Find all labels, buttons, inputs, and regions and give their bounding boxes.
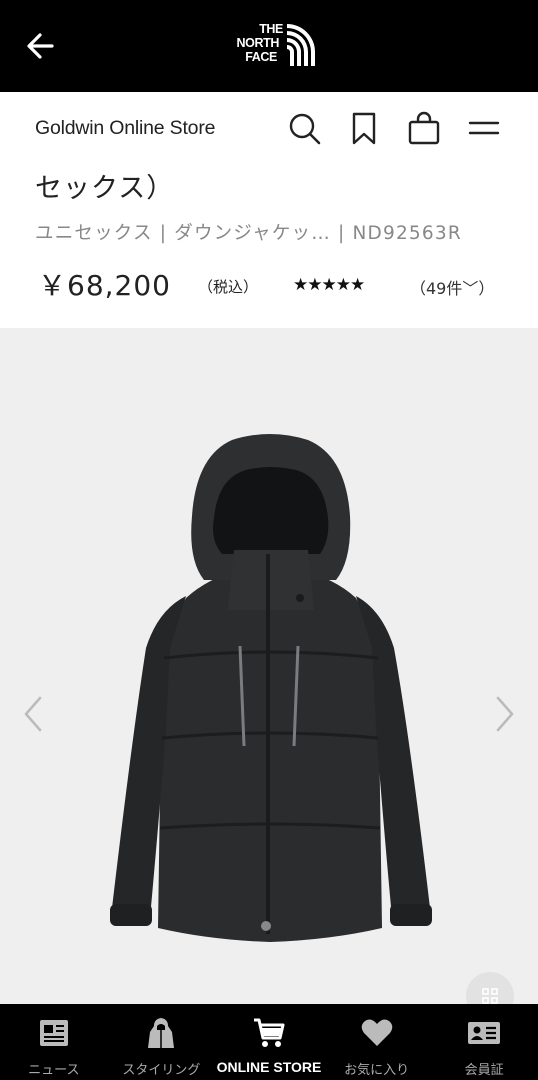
nav-label-styling: スタイリング (122, 1063, 201, 1078)
member-card-icon (468, 1022, 501, 1044)
back-arrow-icon (27, 33, 54, 59)
next-image-button[interactable] (490, 692, 520, 736)
bottom-navigation: ニュース スタイリング ONLINE STORE お気に入り 会員証 (0, 1004, 538, 1080)
the-north-face-logo[interactable]: THE NORTH FACE (223, 22, 315, 68)
back-button[interactable] (22, 28, 62, 64)
chevron-left-icon (24, 696, 42, 732)
half-dome-icon (287, 24, 315, 66)
nav-item-online-store[interactable]: ONLINE STORE (215, 1004, 323, 1080)
search-button[interactable] (286, 110, 322, 146)
down-jacket-image (110, 434, 432, 942)
nav-item-news[interactable]: ニュース (0, 1004, 108, 1080)
grid-icon (482, 988, 498, 1004)
nav-item-styling[interactable]: スタイリング (108, 1004, 216, 1080)
tax-label: （税込） (198, 278, 259, 296)
bookmark-button[interactable] (346, 110, 382, 146)
product-category-line: ユニセックス | ダウンジャケッ… | ND92563R (35, 223, 462, 244)
hamburger-menu-icon (468, 121, 500, 135)
menu-button[interactable] (466, 110, 502, 146)
nav-item-member-card[interactable]: 会員証 (430, 1004, 538, 1080)
shopping-bag-icon (408, 111, 440, 145)
heart-icon (361, 1019, 392, 1046)
bookmark-icon (352, 112, 376, 145)
product-price: ￥68,200 (38, 269, 171, 302)
nav-label-member-card: 会員証 (464, 1063, 504, 1078)
top-app-bar: THE NORTH FACE (0, 0, 538, 92)
store-header: Goldwin Online Store (0, 92, 538, 164)
image-grid-button[interactable] (466, 972, 514, 1004)
nav-label-favorites: お気に入り (344, 1063, 410, 1078)
nav-label-news: ニュース (28, 1063, 80, 1078)
cart-icon (253, 1018, 285, 1047)
store-name[interactable]: Goldwin Online Store (35, 117, 215, 140)
rating-stars: ★★★★★ (293, 275, 365, 295)
search-icon (289, 113, 321, 145)
chevron-right-icon (496, 696, 514, 732)
product-title: セックス） (35, 173, 175, 204)
news-icon (39, 1020, 68, 1046)
product-image-gallery[interactable] (0, 328, 538, 1004)
cart-button[interactable] (406, 110, 442, 146)
review-count-link[interactable]: （49件﹀） (410, 275, 494, 299)
styling-icon (148, 1018, 175, 1048)
previous-image-button[interactable] (18, 692, 48, 736)
nav-item-favorites[interactable]: お気に入り (323, 1004, 431, 1080)
nav-label-online-store: ONLINE STORE (216, 1059, 322, 1075)
